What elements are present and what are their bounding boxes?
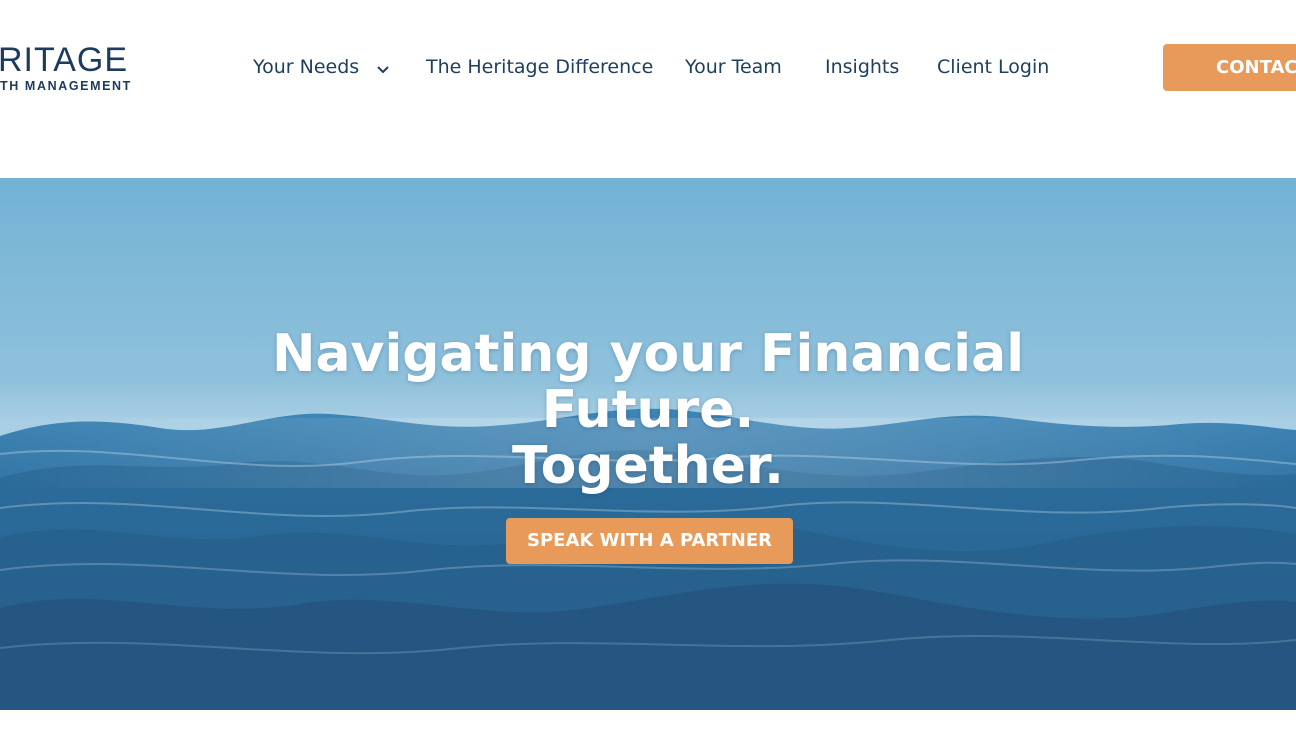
site-header: RITAGE TH MANAGEMENT Your Needs The Heri… [0,0,1296,178]
hero-headline-line2: Future. [541,380,755,440]
nav-item-your-team[interactable]: Your Team [685,52,782,82]
nav-item-your-needs[interactable]: Your Needs [253,52,389,82]
hero-banner: Navigating your Financial Future. Togeth… [0,178,1296,710]
nav-item-label: Your Needs [253,56,360,78]
hero-headline-line3: Together. [512,436,784,496]
contact-button[interactable]: CONTAC [1163,44,1296,91]
heritage-logo[interactable]: RITAGE TH MANAGEMENT [0,40,170,100]
hero-headline: Navigating your Financial Future. Togeth… [0,326,1296,494]
chevron-down-icon [377,53,389,83]
speak-with-partner-button[interactable]: SPEAK WITH A PARTNER [506,518,793,564]
logo-tagline: TH MANAGEMENT [0,79,132,93]
nav-item-insights[interactable]: Insights [825,52,899,82]
nav-item-heritage-difference[interactable]: The Heritage Difference [426,52,653,82]
hero-headline-line1: Navigating your Financial [271,324,1025,384]
nav-item-client-login[interactable]: Client Login [937,52,1049,82]
logo-wordmark: RITAGE [0,41,129,79]
